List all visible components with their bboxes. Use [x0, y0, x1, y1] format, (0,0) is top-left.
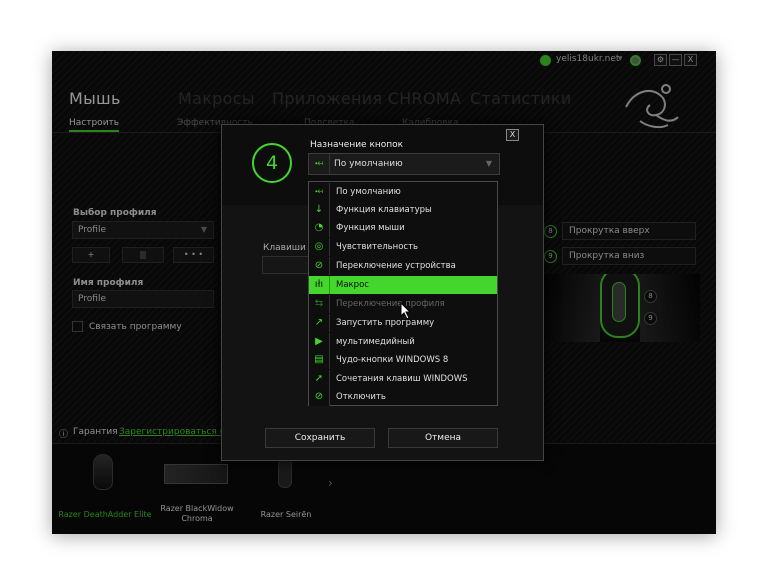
button-assignment-dialog: X 4 Назначение кнопок ⤟ По умолчанию ▼ К…: [221, 124, 544, 461]
keys-input[interactable]: [262, 256, 312, 274]
option-windows-shortcuts[interactable]: ➚ Сочетания клавиш WINDOWS: [309, 370, 497, 388]
option-label: Переключение профиля: [336, 299, 445, 309]
assignment-options-list: ⤟ По умолчанию ↓ Функция клавиатуры ◔ Фу…: [308, 181, 498, 406]
button-number-badge: 4: [252, 143, 292, 183]
save-button[interactable]: Сохранить: [265, 428, 375, 448]
option-default[interactable]: ⤟ По умолчанию: [309, 183, 497, 201]
option-label: Функция клавиатуры: [336, 205, 432, 215]
option-macro[interactable]: ıłı Макрос: [309, 276, 497, 294]
synapse-window: yelis18ukr.net ▾ ⚙ — X Мышь Макросы Прил…: [52, 51, 716, 534]
option-label: Переключение устройства: [336, 261, 456, 271]
keyboard-function-icon: ↓: [309, 201, 330, 219]
macro-icon: ıłı: [309, 276, 330, 294]
option-label: Функция мыши: [336, 223, 405, 233]
launch-program-icon: ↗: [309, 314, 330, 332]
option-sensitivity[interactable]: ◎ Чувствительность: [309, 238, 497, 256]
option-label: Макрос: [336, 280, 369, 290]
sensitivity-icon: ◎: [309, 238, 330, 256]
windows8-charms-icon: ▤: [309, 351, 330, 369]
option-disable[interactable]: ⊘ Отключить: [309, 388, 497, 406]
cancel-button[interactable]: Отмена: [388, 428, 498, 448]
option-label: Сочетания клавиш WINDOWS: [336, 374, 468, 384]
option-mouse-function[interactable]: ◔ Функция мыши: [309, 219, 497, 237]
device-switch-icon: ⊘: [309, 257, 330, 275]
option-label: По умолчанию: [336, 187, 401, 197]
disable-icon: ⊘: [309, 388, 330, 406]
mouse-function-icon: ◔: [309, 219, 330, 237]
option-label: Запустить программу: [336, 318, 435, 328]
chevron-down-icon: ▼: [485, 159, 492, 168]
option-label: Отключить: [336, 392, 386, 402]
option-label: Чувствительность: [336, 242, 419, 252]
option-label: мультимедийный: [336, 337, 415, 347]
default-icon: ⤟: [309, 154, 330, 174]
profile-switch-icon: ⇆: [309, 295, 330, 313]
keys-label: Клавиши п: [263, 243, 315, 253]
dialog-close-button[interactable]: X: [506, 129, 519, 141]
option-keyboard-function[interactable]: ↓ Функция клавиатуры: [309, 201, 497, 219]
mouse-cursor-icon: [400, 302, 412, 320]
option-label: Чудо-кнопки WINDOWS 8: [336, 355, 449, 365]
assignment-dropdown-value: По умолчанию: [334, 159, 403, 169]
assignment-dropdown[interactable]: ⤟ По умолчанию ▼: [308, 153, 500, 175]
option-multimedia[interactable]: ▶ мультимедийный: [309, 333, 497, 351]
assignment-label: Назначение кнопок: [310, 140, 404, 150]
option-windows8-charms[interactable]: ▤ Чудо-кнопки WINDOWS 8: [309, 351, 497, 369]
default-icon: ⤟: [309, 183, 330, 201]
option-device-switch[interactable]: ⊘ Переключение устройства: [309, 257, 497, 275]
multimedia-icon: ▶: [309, 333, 330, 351]
windows-shortcuts-icon: ➚: [309, 370, 330, 388]
